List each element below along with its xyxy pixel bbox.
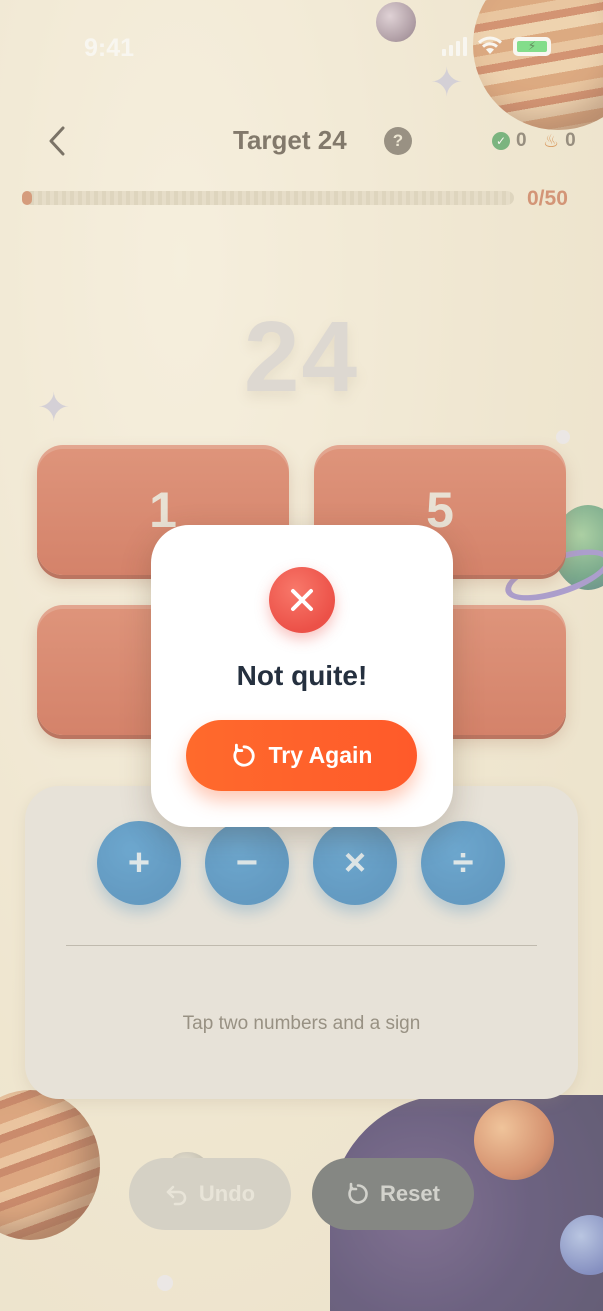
- game-screen: ✦ ✦ 9:41 ⚡ Target 24 ? ✓ 0 ♨ 0 0/50 24 1…: [0, 0, 603, 1311]
- error-icon: [269, 567, 335, 633]
- retry-icon: [232, 743, 255, 767]
- result-dialog: Not quite! Try Again: [151, 525, 453, 827]
- try-again-button[interactable]: Try Again: [186, 720, 417, 791]
- dialog-title: Not quite!: [236, 660, 368, 691]
- try-again-label: Try Again: [268, 742, 373, 768]
